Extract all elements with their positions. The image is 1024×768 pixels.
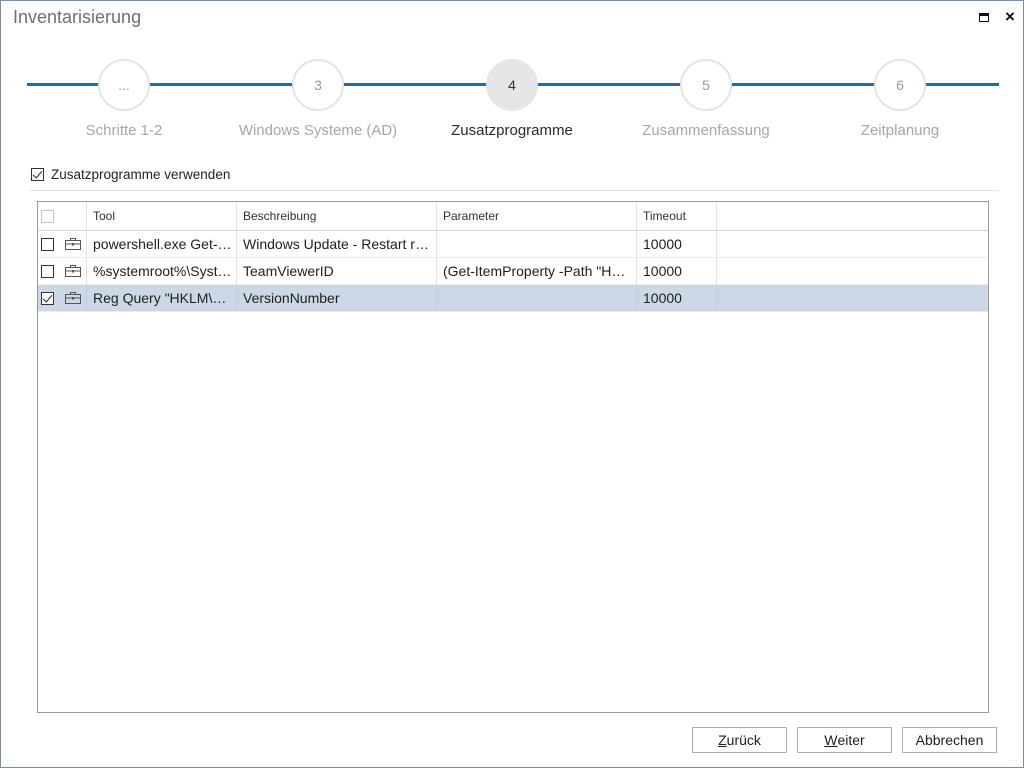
cancel-button[interactable]: Abbrechen [902, 727, 997, 753]
column-header-tool[interactable]: Tool [87, 202, 237, 230]
back-button-label: urück [726, 732, 761, 748]
cell-timeout-text: 10000 [643, 263, 682, 279]
step-4-current[interactable]: 4 Zusatzprogramme [415, 55, 609, 155]
step-3[interactable]: 3 Windows Systeme (AD) [221, 55, 415, 155]
step-label: Zusammenfassung [642, 122, 770, 139]
step-circle: 4 [486, 59, 538, 111]
cell-description[interactable]: Windows Update - Restart re... [237, 231, 437, 257]
step-circle: ... [98, 59, 150, 111]
header-select-all[interactable] [38, 202, 62, 230]
close-icon: × [1005, 7, 1015, 26]
close-button[interactable]: × [1000, 7, 1020, 27]
cell-tool[interactable]: %systemroot%\Syste... [87, 258, 237, 284]
row-icon-cell [62, 258, 87, 284]
cell-parameter[interactable]: (Get-ItemProperty -Path "HK... [437, 258, 637, 284]
header-icon-column [62, 202, 87, 230]
title-bar[interactable]: Inventarisierung × [1, 1, 1023, 35]
use-addons-checkbox[interactable] [31, 167, 44, 181]
back-button-mnemonic: Z [718, 732, 727, 748]
wizard-stepper: ... Schritte 1-2 3 Windows Systeme (AD) … [1, 55, 1023, 155]
divider [29, 190, 999, 191]
column-header-parameter[interactable]: Parameter [437, 202, 637, 230]
table-row[interactable]: %systemroot%\Syste... TeamViewerID (Get-… [38, 258, 988, 285]
maximize-icon [979, 12, 989, 22]
cell-tool[interactable]: Reg Query "HKLM\S... [87, 285, 237, 311]
toolbox-icon [65, 292, 81, 304]
cancel-button-label: Abbrechen [915, 732, 984, 748]
addons-table: Tool Beschreibung Parameter Timeout powe… [37, 201, 989, 713]
cell-timeout[interactable]: 10000 [637, 285, 717, 311]
row-icon-cell [62, 231, 87, 257]
cell-timeout-text: 10000 [643, 290, 682, 306]
row-checkbox[interactable] [41, 264, 54, 278]
row-checkbox[interactable] [41, 237, 54, 251]
column-header-description[interactable]: Beschreibung [237, 202, 437, 230]
back-button[interactable]: Zurück [692, 727, 787, 753]
cell-parameter[interactable] [437, 285, 637, 311]
table-row[interactable]: powershell.exe Get-W... Windows Update -… [38, 231, 988, 258]
row-checkbox-cell[interactable] [38, 258, 62, 284]
step-label: Zeitplanung [860, 122, 940, 139]
next-button[interactable]: Weiter [797, 727, 892, 753]
row-checkbox-cell[interactable] [38, 231, 62, 257]
next-button-mnemonic: W [824, 732, 838, 748]
inventory-wizard-window: Inventarisierung × ... Schritte 1-2 3 Wi… [0, 0, 1024, 768]
step-6[interactable]: 6 Zeitplanung [803, 55, 997, 155]
cell-description-text: Windows Update - Restart re... [243, 236, 435, 252]
row-checkbox[interactable] [41, 291, 54, 305]
window-title: Inventarisierung [13, 7, 142, 27]
cell-parameter-text: (Get-ItemProperty -Path "HK... [443, 263, 633, 279]
cell-tool[interactable]: powershell.exe Get-W... [87, 231, 237, 257]
step-label: Windows Systeme (AD) [238, 122, 398, 139]
step-label: Zusatzprogramme [451, 122, 573, 139]
cell-timeout[interactable]: 10000 [637, 231, 717, 257]
cell-tool-text: powershell.exe Get-W... [93, 236, 236, 252]
use-addons-label[interactable]: Zusatzprogramme verwenden [51, 167, 230, 182]
row-checkbox-cell[interactable] [38, 285, 62, 311]
select-all-checkbox[interactable] [41, 209, 54, 223]
step-circle: 6 [874, 59, 926, 111]
cell-tool-text: Reg Query "HKLM\S... [93, 290, 234, 306]
step-1-2[interactable]: ... Schritte 1-2 [27, 55, 221, 155]
maximize-button[interactable] [974, 7, 994, 27]
cell-timeout-text: 10000 [643, 236, 682, 252]
column-header-timeout[interactable]: Timeout [637, 202, 717, 230]
toolbox-icon [65, 238, 81, 250]
cell-description[interactable]: TeamViewerID [237, 258, 437, 284]
toolbox-icon [65, 265, 81, 277]
cell-description-text: TeamViewerID [243, 263, 334, 279]
table-header: Tool Beschreibung Parameter Timeout [38, 202, 988, 231]
cell-timeout[interactable]: 10000 [637, 258, 717, 284]
step-circle: 5 [680, 59, 732, 111]
row-icon-cell [62, 285, 87, 311]
cell-description[interactable]: VersionNumber [237, 285, 437, 311]
step-label: Schritte 1-2 [85, 122, 163, 139]
cell-tool-text: %systemroot%\Syste... [93, 263, 236, 279]
cell-parameter[interactable] [437, 231, 637, 257]
use-addons-row[interactable]: Zusatzprogramme verwenden [31, 165, 230, 183]
cell-description-text: VersionNumber [243, 290, 340, 306]
step-circle: 3 [292, 59, 344, 111]
next-button-label: eiter [837, 732, 865, 748]
step-5[interactable]: 5 Zusammenfassung [609, 55, 803, 155]
table-row-selected[interactable]: Reg Query "HKLM\S... VersionNumber 10000 [38, 285, 988, 312]
